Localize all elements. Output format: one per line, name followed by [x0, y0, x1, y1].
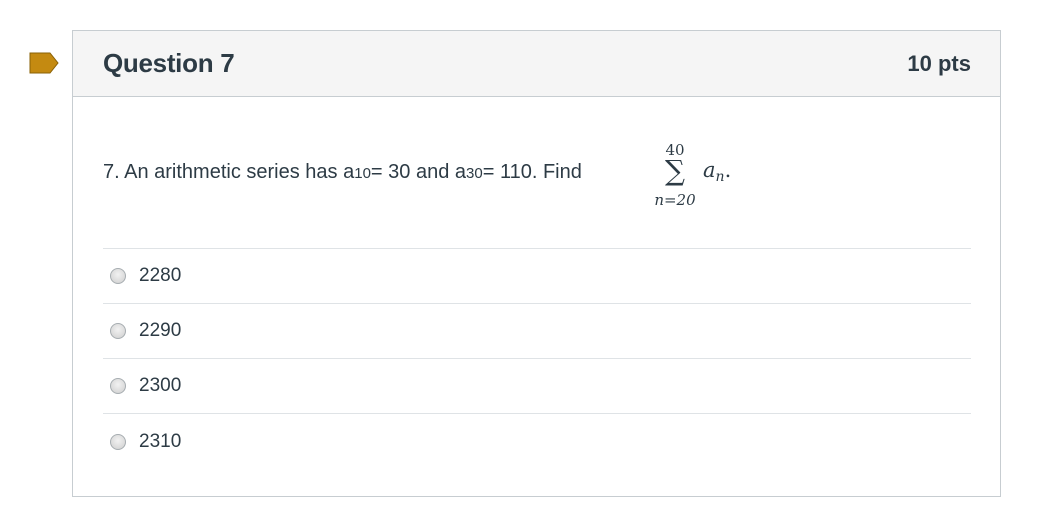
summation-term-period: .: [724, 158, 732, 182]
answer-option[interactable]: 2280: [103, 249, 971, 304]
summation-expression: 40 ∑ n=20: [648, 141, 702, 211]
answer-label: 2290: [139, 320, 182, 341]
summation-term-subscript: n: [715, 169, 725, 185]
summation-lower-limit: n=20: [654, 191, 696, 209]
question-text-mid-1: = 30 and a: [370, 161, 467, 183]
question-body: 7. An arithmetic series has a 10 = 30 and…: [73, 97, 1000, 469]
question-text-line: 7. An arithmetic series has a 10 = 30 and…: [103, 161, 582, 183]
answer-option[interactable]: 2290: [103, 304, 971, 359]
question-title: Question 7: [103, 48, 235, 78]
question-header: Question 7 10 pts: [73, 31, 1000, 97]
question-text: 7. An arithmetic series has a 10 = 30 and…: [103, 97, 971, 249]
radio-button[interactable]: [110, 433, 126, 450]
summation-term: an.: [703, 158, 732, 185]
question-points: 10 pts: [907, 50, 971, 76]
answer-label: 2300: [139, 375, 182, 396]
answer-list: 2280 2290 2300 2310: [103, 249, 971, 469]
answer-option[interactable]: 2300: [103, 359, 971, 414]
radio-button[interactable]: [110, 323, 126, 339]
answer-option[interactable]: 2310: [103, 414, 971, 469]
answer-label: 2280: [139, 265, 182, 286]
radio-button[interactable]: [110, 378, 126, 394]
quiz-page: Question 7 10 pts 7. An arithmetic serie…: [0, 0, 1051, 529]
question-text-mid-2: = 110. Find: [482, 161, 582, 183]
summation-term-variable: a: [703, 158, 716, 182]
question-card: Question 7 10 pts 7. An arithmetic serie…: [72, 30, 1001, 497]
answer-label: 2310: [139, 430, 182, 452]
question-text-prefix: 7. An arithmetic series has a: [103, 161, 355, 183]
radio-button[interactable]: [110, 268, 126, 284]
summation-icon: ∑: [665, 154, 685, 187]
flag-question-icon[interactable]: [29, 52, 59, 74]
